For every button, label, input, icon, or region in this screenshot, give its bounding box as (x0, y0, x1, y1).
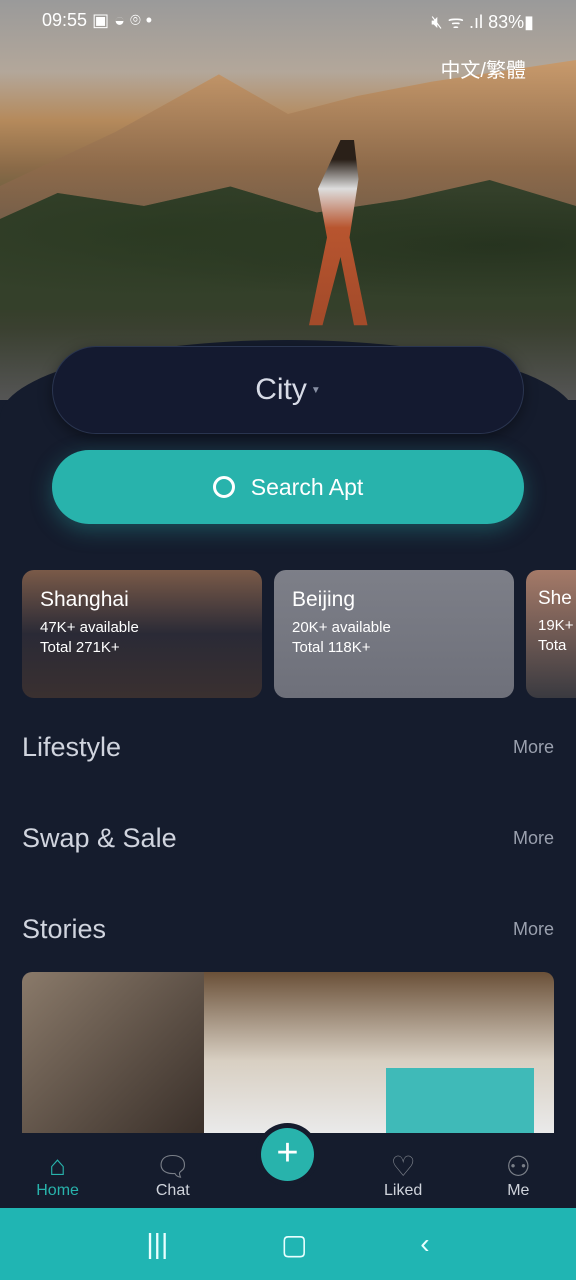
nav-label: Chat (155, 1182, 190, 1199)
section-title: Stories (22, 914, 107, 944)
battery: 83% (488, 12, 525, 32)
section-lifestyle: Lifestyle More (22, 732, 554, 763)
city-name: Beijing (292, 588, 356, 611)
nav-home[interactable]: ⌂ Home (18, 1150, 98, 1200)
city-card-beijing[interactable]: Beijing 20K+ available Total 118K+ (274, 570, 514, 698)
heart-icon: ♡ (390, 1151, 416, 1182)
battery-icon: ▮ (524, 12, 534, 32)
story-thumbnail[interactable] (204, 972, 554, 1133)
city-total: Total 271K+ (40, 639, 120, 656)
city-cards[interactable]: Shanghai 47K+ available Total 271K+ Beijin… (22, 570, 576, 698)
city-card-shanghai[interactable]: Shanghai 47K+ available Total 271K+ (22, 570, 262, 698)
add-button[interactable]: + (261, 1128, 314, 1181)
stories-strip[interactable] (22, 972, 554, 1133)
search-label: Search Apt (250, 473, 364, 500)
section-stories: Stories More (22, 914, 554, 945)
home-icon: ⌂ (49, 1150, 67, 1181)
city-name: She (538, 588, 572, 609)
nav-chat[interactable]: 🗨︎ Chat (133, 1150, 213, 1200)
system-nav-bar: ||| ▢ ‹ (0, 1208, 576, 1280)
section-swap-sale: Swap & Sale More (22, 823, 554, 854)
nav-label: Liked (384, 1182, 423, 1199)
more-link[interactable]: More (513, 919, 554, 940)
signal-icons: 🔇︎ ᯤ .ıl (431, 12, 489, 32)
more-link[interactable]: More (513, 737, 554, 758)
nav-me[interactable]: ⚇ Me (478, 1150, 558, 1200)
person-icon: ⚇ (505, 1151, 531, 1182)
shopping-bag (386, 1068, 534, 1133)
story-thumbnail[interactable] (22, 972, 204, 1133)
more-link[interactable]: More (513, 828, 554, 849)
search-apt-button[interactable]: Search Apt (52, 450, 524, 524)
back-icon[interactable]: ‹ (420, 1228, 429, 1260)
notification-icons: ▣ ◒ ⌾ • (92, 10, 153, 30)
city-available: 19K+ (538, 617, 574, 634)
clock: 09:55 (42, 10, 88, 30)
chat-icon: 🗨︎ (155, 1151, 191, 1182)
city-name: Shanghai (40, 588, 129, 611)
dropdown-arrow-icon: ▼ (310, 384, 321, 396)
section-title: Swap & Sale (22, 823, 177, 853)
nav-label: Me (507, 1182, 530, 1199)
search-icon (212, 476, 235, 498)
city-select[interactable]: City ▼ (52, 346, 524, 434)
status-bar: 09:55 ▣ ◒ ⌾ • 🔇︎ ᯤ .ıl 83%▮ (42, 10, 534, 34)
nav-liked[interactable]: ♡ Liked (363, 1150, 443, 1200)
city-card-partial[interactable]: She 19K+ Tota (526, 570, 576, 698)
home-system-icon[interactable]: ▢ (281, 1228, 307, 1261)
city-available: 20K+ available (292, 619, 391, 636)
language-switch[interactable]: 中文/繁體 (440, 54, 526, 83)
city-available: 47K+ available (40, 619, 139, 636)
city-label: City (255, 373, 307, 406)
recents-icon[interactable]: ||| (146, 1228, 168, 1260)
section-title: Lifestyle (22, 732, 122, 762)
city-total: Tota (538, 637, 567, 654)
nav-label: Home (36, 1182, 79, 1199)
city-total: Total 118K+ (292, 639, 371, 656)
